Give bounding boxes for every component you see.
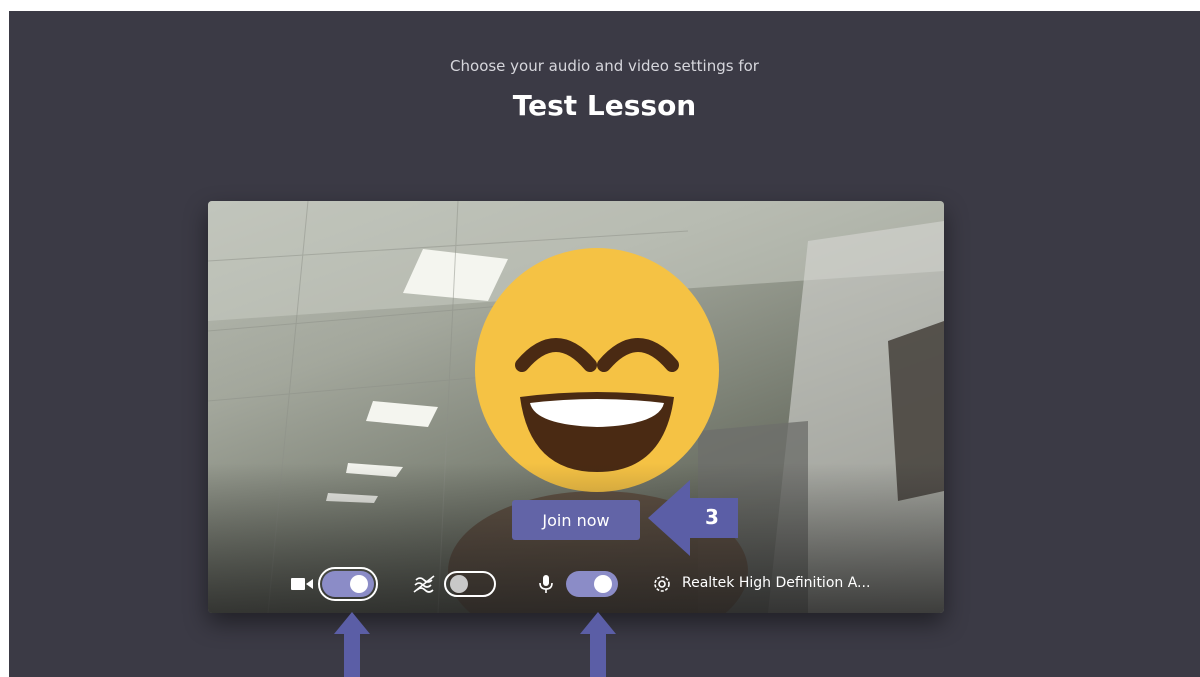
prejoin-subtitle: Choose your audio and video settings for xyxy=(450,57,759,75)
background-blur-icon xyxy=(413,575,435,593)
audio-device-label[interactable]: Realtek High Definition A... xyxy=(682,575,870,591)
device-controls-bar: Realtek High Definition A... xyxy=(208,567,944,601)
join-now-button[interactable]: Join now xyxy=(512,500,640,540)
camera-toggle[interactable] xyxy=(318,567,378,601)
annotation-step-label: 3 xyxy=(705,505,719,529)
annotation-arrow-left-icon: 3 xyxy=(648,480,738,556)
microphone-icon xyxy=(539,575,553,593)
background-blur-toggle-knob xyxy=(450,575,468,593)
meeting-prejoin-screen: Choose your audio and video settings for… xyxy=(9,11,1200,677)
camera-icon xyxy=(291,578,313,590)
camera-toggle-knob xyxy=(350,575,368,593)
microphone-toggle-knob xyxy=(594,575,612,593)
video-preview: Join now Realtek High Definition A... xyxy=(208,201,944,613)
grinning-face-emoji-icon xyxy=(475,248,719,492)
microphone-toggle[interactable] xyxy=(566,571,618,597)
meeting-title: Test Lesson xyxy=(512,89,697,122)
annotation-arrow-up-microphone-icon xyxy=(580,612,616,677)
background-blur-toggle[interactable] xyxy=(444,571,496,597)
annotation-arrow-up-camera-icon xyxy=(334,612,370,677)
gear-icon[interactable] xyxy=(650,574,674,594)
